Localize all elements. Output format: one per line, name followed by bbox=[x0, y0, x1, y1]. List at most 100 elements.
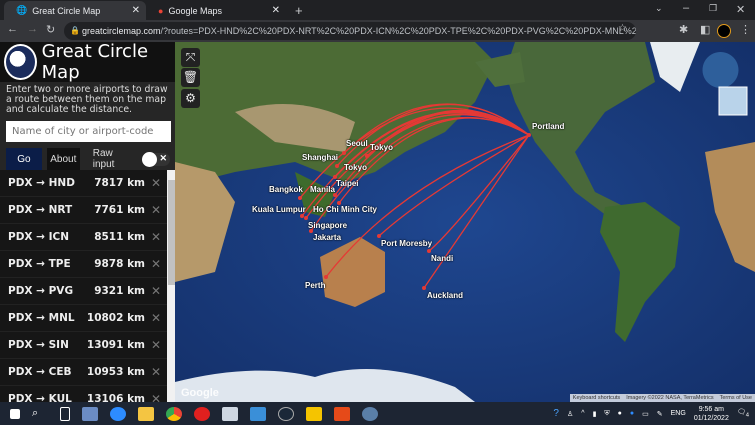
airport-marker[interactable] bbox=[422, 286, 426, 290]
shield-icon[interactable]: ⛨ bbox=[604, 410, 609, 418]
zoom-tray-icon[interactable]: ● bbox=[630, 410, 634, 417]
photos-icon[interactable] bbox=[250, 406, 266, 421]
extensions-icon[interactable]: ✱ bbox=[679, 23, 688, 36]
close-tab-icon[interactable]: ✕ bbox=[132, 5, 140, 16]
reload-icon[interactable]: ↻ bbox=[46, 23, 55, 36]
raw-input-label: Raw input bbox=[92, 148, 115, 170]
forward-icon[interactable]: → bbox=[27, 23, 38, 35]
route-row[interactable]: PDX → NRT 7761 km ✕ bbox=[0, 197, 167, 224]
clock[interactable]: 9:56 am 01/12/2022 bbox=[694, 405, 729, 423]
tab-great-circle-map[interactable]: 🌐 Great Circle Map ✕ bbox=[4, 1, 146, 20]
scrollbar-thumb[interactable] bbox=[168, 180, 175, 285]
menu-icon[interactable]: ⋮ bbox=[740, 23, 751, 36]
route-list: PDX → HND 7817 km ✕ PDX → NRT 7761 km ✕ PDX → … bbox=[0, 170, 167, 402]
pen-icon[interactable]: ✎ bbox=[657, 410, 663, 418]
remove-route-icon[interactable]: ✕ bbox=[145, 203, 167, 217]
terms-link[interactable]: Terms of Use bbox=[720, 395, 752, 401]
route-row[interactable]: PDX → KUL 13106 km ✕ bbox=[0, 386, 167, 402]
airport-marker[interactable] bbox=[300, 214, 304, 218]
fullscreen-button[interactable]: ⤧ bbox=[181, 48, 200, 67]
people-icon[interactable]: ♙ bbox=[567, 410, 573, 418]
google-logo: Google bbox=[181, 387, 219, 399]
airport-marker[interactable] bbox=[298, 196, 302, 200]
airport-marker[interactable] bbox=[324, 275, 328, 279]
route-label: PDX → KUL bbox=[8, 393, 72, 402]
map[interactable]: ⤧ 🗑 ⚙ Portland Seoul Tokyo Shanghai Tokyo Tai… bbox=[175, 42, 755, 402]
url-bar[interactable]: 🔒 greatcirclemap.com/?routes=PDX-HND%2C%2… bbox=[64, 22, 636, 40]
raw-input-toggle[interactable]: ✕ bbox=[142, 151, 170, 167]
description: Enter two or more airports to draw a rou… bbox=[6, 84, 168, 115]
city-label: Nandi bbox=[431, 254, 454, 263]
language-indicator[interactable]: ENG bbox=[671, 410, 686, 417]
go-button[interactable]: Go bbox=[6, 148, 42, 170]
route-row[interactable]: PDX → CEB 10953 km ✕ bbox=[0, 359, 167, 386]
route-row[interactable]: PDX → TPE 9878 km ✕ bbox=[0, 251, 167, 278]
remove-route-icon[interactable]: ✕ bbox=[145, 230, 167, 244]
keyboard-shortcuts-link[interactable]: Keyboard shortcuts bbox=[573, 395, 620, 401]
route-row[interactable]: PDX → SIN 13091 km ✕ bbox=[0, 332, 167, 359]
new-tab-icon[interactable]: + bbox=[295, 3, 303, 18]
page-title: Great Circle Map bbox=[41, 41, 149, 83]
remove-route-icon[interactable]: ✕ bbox=[145, 365, 167, 379]
file-explorer-icon[interactable] bbox=[138, 406, 154, 421]
back-icon[interactable]: ← bbox=[7, 23, 18, 35]
avatar[interactable] bbox=[717, 24, 731, 38]
sidebar-icon[interactable]: ◧ bbox=[700, 23, 710, 36]
search-icon[interactable]: ⌕ bbox=[32, 407, 48, 421]
city-label: Port Moresby bbox=[381, 239, 433, 248]
remove-route-icon[interactable]: ✕ bbox=[145, 284, 167, 298]
route-row[interactable]: PDX → MNL 10802 km ✕ bbox=[0, 305, 167, 332]
app-g-icon[interactable] bbox=[306, 406, 322, 421]
steam-tray-icon[interactable]: ● bbox=[618, 410, 622, 417]
airport-marker[interactable] bbox=[377, 234, 381, 238]
remove-route-icon[interactable]: ✕ bbox=[145, 392, 167, 402]
remove-route-icon[interactable]: ✕ bbox=[145, 311, 167, 325]
about-button[interactable]: About bbox=[46, 148, 80, 170]
help-icon[interactable]: ? bbox=[553, 408, 559, 419]
globe-logo-icon bbox=[4, 44, 37, 80]
chrome-icon[interactable] bbox=[166, 406, 182, 421]
route-label: PDX → TPE bbox=[8, 258, 71, 270]
route-row[interactable]: PDX → PVG 9321 km ✕ bbox=[0, 278, 167, 305]
route-label: PDX → NRT bbox=[8, 204, 73, 216]
chevron-up-icon[interactable]: ^ bbox=[581, 410, 584, 417]
notifications-icon[interactable]: 🗨4 bbox=[737, 408, 749, 418]
windows-start-icon[interactable] bbox=[10, 408, 20, 419]
bookmark-star-icon[interactable]: ☆ bbox=[618, 23, 627, 34]
airport-marker[interactable] bbox=[335, 164, 339, 168]
route-label: PDX → SIN bbox=[8, 339, 69, 351]
network-icon[interactable]: ▭ bbox=[642, 410, 649, 418]
office-icon[interactable] bbox=[334, 406, 350, 421]
restore-icon[interactable]: ❐ bbox=[709, 3, 717, 14]
remove-route-icon[interactable]: ✕ bbox=[145, 338, 167, 352]
map-imagery bbox=[175, 42, 755, 402]
airport-marker[interactable] bbox=[304, 216, 308, 220]
route-row[interactable]: PDX → ICN 8511 km ✕ bbox=[0, 224, 167, 251]
remove-route-icon[interactable]: ✕ bbox=[145, 176, 167, 190]
opera-icon[interactable] bbox=[194, 406, 210, 421]
close-tab-icon[interactable]: ✕ bbox=[272, 5, 280, 16]
usb-icon[interactable]: ▮ bbox=[593, 410, 597, 418]
airport-search-input[interactable] bbox=[6, 121, 171, 142]
settings-button[interactable]: ⚙ bbox=[181, 89, 200, 108]
route-label: PDX → HND bbox=[8, 177, 75, 189]
airport-marker[interactable] bbox=[527, 133, 531, 137]
clear-routes-button[interactable]: 🗑 bbox=[181, 68, 200, 87]
route-distance: 13106 km bbox=[86, 393, 145, 402]
close-window-icon[interactable]: ✕ bbox=[736, 3, 745, 16]
city-label: Tokyo bbox=[344, 163, 367, 172]
route-row[interactable]: PDX → HND 7817 km ✕ bbox=[0, 170, 167, 197]
tab-google-maps[interactable]: ● Google Maps ✕ bbox=[146, 1, 286, 20]
notepad-icon[interactable] bbox=[222, 406, 238, 421]
app-icon[interactable] bbox=[82, 406, 98, 421]
airport-marker[interactable] bbox=[427, 249, 431, 253]
task-view-icon[interactable] bbox=[60, 406, 70, 421]
zoom-icon[interactable] bbox=[110, 406, 126, 421]
airport-marker[interactable] bbox=[365, 154, 369, 158]
app-globe-icon[interactable] bbox=[362, 406, 378, 421]
steam-icon[interactable] bbox=[278, 406, 294, 421]
remove-route-icon[interactable]: ✕ bbox=[145, 257, 167, 271]
tab-search-icon[interactable]: ⌄ bbox=[655, 3, 663, 14]
airport-marker[interactable] bbox=[342, 151, 346, 155]
minimize-icon[interactable]: – bbox=[683, 2, 689, 14]
